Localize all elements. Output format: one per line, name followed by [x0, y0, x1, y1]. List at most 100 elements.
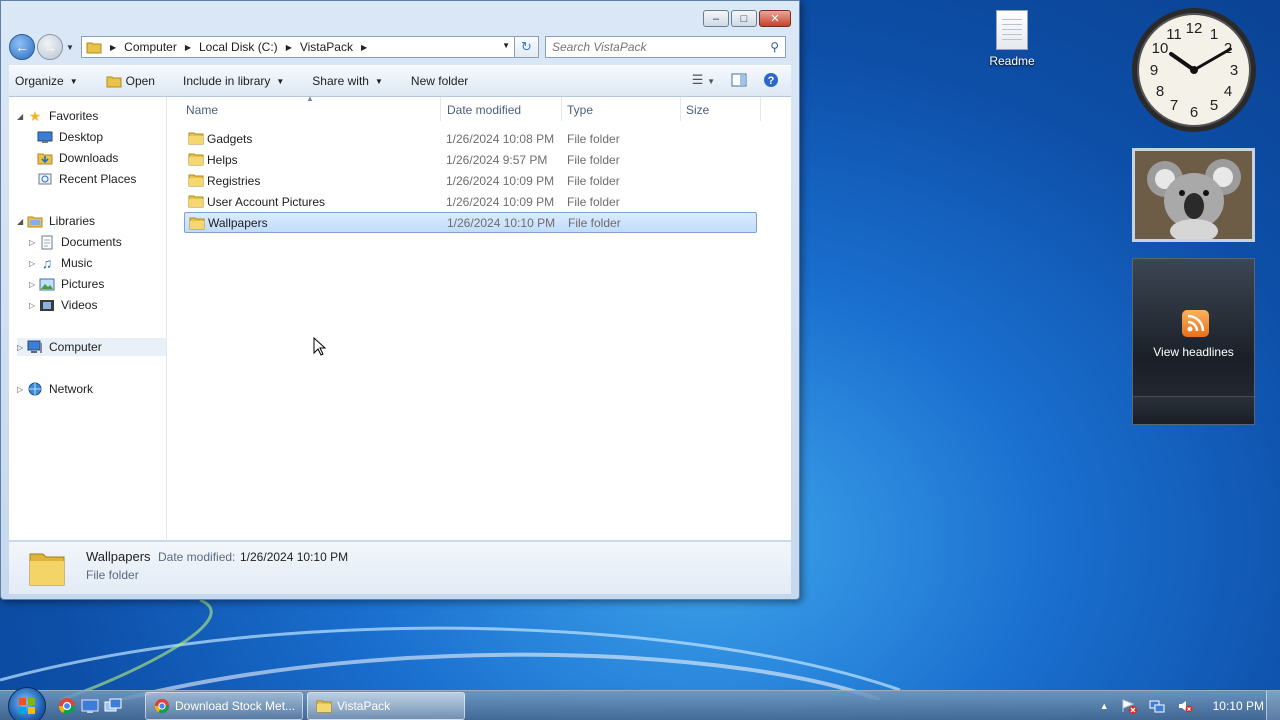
action-center-icon[interactable] — [1121, 698, 1137, 714]
svg-text:5: 5 — [1210, 97, 1218, 114]
collapsed-icon[interactable]: ▷ — [17, 343, 27, 352]
new-folder-button[interactable]: New folder — [411, 74, 468, 88]
column-divider[interactable] — [561, 97, 562, 121]
text-document-icon — [996, 10, 1028, 50]
system-tray: ▲ 10:10 PM — [1100, 691, 1264, 720]
breadcrumb-local-disk[interactable]: Local Disk (C:) — [199, 40, 278, 54]
nav-libraries[interactable]: ◢ Libraries — [17, 212, 95, 230]
details-date-label: Date modified: — [158, 550, 236, 564]
nav-documents[interactable]: ▷ Documents — [29, 233, 122, 251]
nav-network[interactable]: ▷ Network — [17, 380, 93, 398]
nav-favorites[interactable]: ◢ ★ Favorites — [17, 107, 98, 125]
organize-label: Organize — [15, 74, 64, 88]
taskbar-button-chrome[interactable]: Download Stock Met... — [145, 692, 303, 720]
explorer-window[interactable]: – □ ✕ ← → ▼ ▶ Computer ▶ Local Disk (C:)… — [0, 0, 800, 600]
file-row[interactable]: User Account Pictures 1/26/2024 10:09 PM… — [184, 191, 757, 212]
address-history-dropdown[interactable]: ▼ — [502, 41, 510, 50]
collapsed-icon[interactable]: ▷ — [29, 259, 39, 268]
refresh-button[interactable]: ↻ — [515, 36, 539, 58]
nav-desktop[interactable]: Desktop — [37, 128, 103, 146]
help-icon[interactable]: ? — [763, 72, 779, 88]
network-status-icon[interactable] — [1149, 698, 1165, 714]
feed-headlines-gadget[interactable]: View headlines — [1132, 258, 1255, 425]
nav-videos-label: Videos — [61, 298, 98, 312]
file-row-selected[interactable]: Wallpapers 1/26/2024 10:10 PM File folde… — [184, 212, 757, 233]
nav-downloads[interactable]: Downloads — [37, 149, 118, 167]
volume-muted-icon[interactable] — [1177, 698, 1193, 714]
forward-button[interactable]: → — [37, 34, 63, 60]
file-row[interactable]: Helps 1/26/2024 9:57 PM File folder — [184, 149, 757, 170]
clock-time[interactable]: 10:10 PM — [1213, 699, 1264, 713]
view-headlines-link[interactable]: View headlines — [1133, 345, 1254, 359]
column-header-date-modified[interactable]: Date modified — [447, 101, 521, 119]
column-header-name[interactable]: Name — [186, 101, 218, 119]
column-divider[interactable] — [440, 97, 441, 121]
view-options-icon[interactable]: ☰ ▼ — [692, 72, 715, 88]
nav-recent-places[interactable]: Recent Places — [37, 170, 136, 188]
clock-gadget[interactable]: 12 12 345 678 91011 — [1130, 6, 1258, 134]
search-input[interactable] — [552, 40, 752, 54]
include-in-library-button[interactable]: Include in library ▼ — [183, 74, 284, 88]
collapsed-icon[interactable]: ▷ — [17, 385, 27, 394]
collapsed-icon[interactable]: ▷ — [29, 301, 39, 310]
file-name: User Account Pictures — [207, 194, 326, 209]
collapsed-icon[interactable]: ▷ — [29, 280, 39, 289]
file-type: File folder — [567, 194, 620, 209]
column-header-type[interactable]: Type — [567, 101, 593, 119]
show-desktop-quick-icon[interactable] — [81, 697, 99, 715]
file-row[interactable]: Gadgets 1/26/2024 10:08 PM File folder — [184, 128, 757, 149]
svg-text:8: 8 — [1156, 83, 1164, 100]
column-divider[interactable] — [680, 97, 681, 121]
chevron-right-icon[interactable]: ▶ — [286, 43, 292, 52]
back-button[interactable]: ← — [9, 34, 35, 60]
desktop-icon-readme[interactable]: Readme — [984, 10, 1040, 68]
file-list-pane[interactable]: ▲ Name Date modified Type Size Gadgets 1… — [168, 94, 791, 541]
nav-documents-label: Documents — [61, 235, 122, 249]
maximize-button[interactable]: □ — [731, 10, 757, 27]
windows-logo-icon — [19, 698, 35, 714]
expanded-icon[interactable]: ◢ — [17, 112, 27, 121]
start-button[interactable] — [8, 687, 46, 720]
breadcrumb-computer[interactable]: Computer — [124, 40, 177, 54]
chevron-right-icon[interactable]: ▶ — [110, 43, 116, 52]
nav-music[interactable]: ▷ ♫ Music — [29, 254, 92, 272]
share-with-button[interactable]: Share with ▼ — [312, 74, 383, 88]
recent-pages-dropdown[interactable]: ▼ — [63, 43, 77, 52]
desktop-icon-label: Readme — [989, 54, 1035, 68]
search-box[interactable]: ⚲ — [545, 36, 786, 58]
minimize-button[interactable]: – — [703, 10, 729, 27]
preview-pane-icon[interactable] — [731, 73, 747, 87]
collapsed-icon[interactable]: ▷ — [29, 238, 39, 247]
organize-button[interactable]: Organize ▼ — [15, 74, 78, 88]
close-button[interactable]: ✕ — [759, 10, 791, 27]
nav-videos[interactable]: ▷ Videos — [29, 296, 97, 314]
chevron-right-icon[interactable]: ▶ — [361, 43, 367, 52]
switch-windows-icon[interactable] — [104, 697, 122, 715]
star-icon: ★ — [28, 107, 42, 124]
file-type: File folder — [567, 131, 620, 146]
taskbar-button-vistapack[interactable]: VistaPack — [307, 692, 465, 720]
column-divider[interactable] — [760, 97, 761, 121]
show-desktop-button[interactable] — [1266, 691, 1280, 720]
address-bar[interactable]: ▶ Computer ▶ Local Disk (C:) ▶ VistaPack… — [81, 36, 515, 58]
chrome-icon[interactable] — [58, 697, 76, 715]
taskbar-button-label: VistaPack — [337, 699, 391, 713]
breadcrumb-vistapack[interactable]: VistaPack — [300, 40, 353, 54]
documents-icon — [39, 235, 55, 249]
column-header-size[interactable]: Size — [686, 101, 709, 119]
search-icon[interactable]: ⚲ — [770, 40, 779, 54]
expanded-icon[interactable]: ◢ — [17, 217, 27, 226]
open-button[interactable]: Open — [106, 74, 155, 88]
taskbar: Download Stock Met... VistaPack ▲ 10:10 … — [0, 687, 1280, 720]
nav-computer[interactable]: ▷ Computer — [17, 338, 166, 356]
mouse-cursor-icon — [313, 337, 327, 356]
chevron-right-icon[interactable]: ▶ — [185, 43, 191, 52]
videos-icon — [39, 298, 55, 312]
computer-icon — [27, 340, 43, 354]
file-row[interactable]: Registries 1/26/2024 10:09 PM File folde… — [184, 170, 757, 191]
slideshow-gadget[interactable] — [1132, 148, 1255, 242]
folder-icon — [188, 195, 204, 208]
folder-icon — [316, 700, 332, 713]
nav-pictures[interactable]: ▷ Pictures — [29, 275, 104, 293]
show-hidden-icons-icon[interactable]: ▲ — [1100, 701, 1109, 711]
